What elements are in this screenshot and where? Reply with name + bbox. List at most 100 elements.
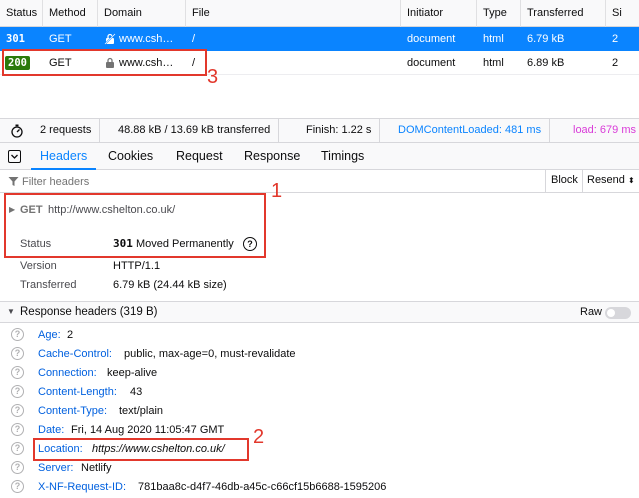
request-table-header: Status Method Domain File Initiator Type… bbox=[0, 0, 639, 27]
header-row[interactable]: ? Date: Fri, 14 Aug 2020 11:05:47 GMT bbox=[0, 421, 639, 440]
help-icon[interactable]: ? bbox=[11, 442, 24, 455]
domcontentloaded-time: DOMContentLoaded: 481 ms bbox=[390, 119, 551, 142]
column-header-transferred[interactable]: Transferred bbox=[521, 0, 606, 27]
header-row[interactable]: ? Content-Type: text/plain bbox=[0, 402, 639, 421]
help-icon[interactable]: ? bbox=[243, 237, 257, 251]
help-icon[interactable]: ? bbox=[11, 404, 24, 417]
help-icon[interactable]: ? bbox=[11, 423, 24, 436]
table-row[interactable]: 200 GET www.csh… / document html 6.89 kB… bbox=[0, 51, 639, 75]
header-row[interactable]: ? X-NF-Request-ID: 781baa8c-d4f7-46db-a45c… bbox=[0, 478, 639, 497]
tab-cookies[interactable]: Cookies bbox=[99, 143, 162, 170]
annotation-label-2: 2 bbox=[253, 426, 265, 448]
status-label: Status bbox=[20, 238, 52, 250]
header-value: keep-alive bbox=[107, 367, 158, 379]
domain: www.csh… bbox=[119, 33, 174, 45]
request-count: 2 requests bbox=[32, 119, 101, 142]
collapse-triangle-icon[interactable]: ▼ bbox=[7, 307, 15, 316]
column-header-file[interactable]: File bbox=[186, 0, 401, 27]
annotation-label-3: 3 bbox=[207, 66, 219, 88]
finish-time: Finish: 1.22 s bbox=[298, 119, 381, 142]
column-header-size[interactable]: Si bbox=[606, 0, 639, 27]
divider bbox=[545, 170, 546, 192]
filter-bar: Block Resend ⬍ bbox=[0, 170, 639, 193]
transferred-summary: 48.88 kB / 13.69 kB transferred bbox=[110, 119, 280, 142]
status-badge: 200 bbox=[5, 56, 30, 70]
header-name: Location: bbox=[38, 443, 83, 455]
header-value: text/plain bbox=[119, 405, 164, 417]
filter-icon bbox=[8, 177, 19, 186]
header-row[interactable]: ? Server: Netlify bbox=[0, 459, 639, 478]
header-row[interactable]: ? Age: 2 bbox=[0, 326, 639, 345]
tab-request[interactable]: Request bbox=[167, 143, 232, 170]
header-name: Connection: bbox=[38, 367, 97, 379]
header-value: 781baa8c-d4f7-46db-a45c-c66cf15b6688-159… bbox=[138, 481, 387, 493]
block-button[interactable]: Block bbox=[551, 174, 578, 186]
header-name: Age: bbox=[38, 329, 61, 341]
help-icon[interactable]: ? bbox=[11, 461, 24, 474]
stopwatch-icon[interactable] bbox=[10, 124, 24, 138]
raw-toggle[interactable] bbox=[605, 307, 631, 319]
column-header-method[interactable]: Method bbox=[43, 0, 98, 27]
header-name: Date: bbox=[38, 424, 65, 436]
request-summary: ▶ GET http://www.cshelton.co.uk/ Status … bbox=[0, 193, 639, 301]
summary-bar: 2 requests 48.88 kB / 13.69 kB transferr… bbox=[0, 118, 639, 143]
request-url[interactable]: http://www.cshelton.co.uk/ bbox=[48, 204, 175, 216]
help-icon[interactable]: ? bbox=[11, 328, 24, 341]
response-headers-section[interactable]: ▼ Response headers (319 B) Raw bbox=[0, 301, 639, 323]
request-method: GET bbox=[20, 204, 43, 216]
header-row[interactable]: ? Content-Length: 43 bbox=[0, 383, 639, 402]
header-value: Netlify bbox=[81, 462, 112, 474]
header-value: https://www.cshelton.co.uk/ bbox=[92, 443, 225, 455]
header-name: Content-Type: bbox=[38, 405, 108, 417]
raw-toggle-knob bbox=[607, 309, 615, 317]
annotation-label-1: 1 bbox=[271, 180, 283, 202]
column-header-type[interactable]: Type bbox=[477, 0, 521, 27]
header-name: X-NF-Request-ID: bbox=[38, 481, 127, 493]
tab-response[interactable]: Response bbox=[235, 143, 309, 170]
domain-cell: www.csh… bbox=[98, 27, 186, 51]
toggle-sidebar-icon[interactable] bbox=[8, 150, 21, 163]
tab-timings[interactable]: Timings bbox=[312, 143, 373, 170]
header-row[interactable]: ? Location: https://www.cshelton.co.uk/ bbox=[0, 440, 639, 459]
type: html bbox=[483, 57, 504, 69]
header-value: 2 bbox=[67, 329, 74, 341]
details-tab-bar: Headers Cookies Request Response Timings bbox=[0, 143, 639, 170]
raw-label: Raw bbox=[580, 306, 603, 318]
load-time: load: 679 ms bbox=[573, 124, 636, 136]
table-row[interactable]: 301 GET www.csh… / document html 6.79 kB… bbox=[0, 27, 639, 51]
header-row[interactable]: ? Cache-Control: public, max-age=0, must-r… bbox=[0, 345, 639, 364]
transferred: 6.89 kB bbox=[527, 57, 565, 69]
header-name: Server: bbox=[38, 462, 74, 474]
header-value: 43 bbox=[130, 386, 143, 398]
header-name: Cache-Control: bbox=[38, 348, 112, 360]
header-row[interactable]: ? Connection: keep-alive bbox=[0, 364, 639, 383]
help-icon[interactable]: ? bbox=[11, 385, 24, 398]
transferred-label: Transferred bbox=[20, 279, 77, 291]
domain: www.csh… bbox=[119, 57, 174, 69]
column-header-status[interactable]: Status bbox=[0, 0, 43, 27]
type: html bbox=[483, 33, 504, 45]
status-code: 301 bbox=[6, 33, 25, 45]
resend-button[interactable]: Resend ⬍ bbox=[587, 174, 635, 186]
updown-icon: ⬍ bbox=[627, 176, 635, 185]
help-icon[interactable]: ? bbox=[11, 480, 24, 493]
expand-triangle-icon[interactable]: ▶ bbox=[9, 205, 15, 214]
version-label: Version bbox=[20, 260, 57, 272]
file: / bbox=[192, 57, 196, 69]
status-cell: 200 bbox=[0, 51, 43, 75]
help-icon[interactable]: ? bbox=[11, 347, 24, 360]
header-name: Content-Length: bbox=[38, 386, 117, 398]
response-headers-title: Response headers (319 B) bbox=[20, 306, 158, 318]
domain-cell: www.csh… bbox=[98, 51, 186, 75]
initiator: document bbox=[407, 57, 456, 69]
initiator: document bbox=[407, 33, 456, 45]
insecure-icon bbox=[104, 33, 116, 45]
request-list-empty-area bbox=[0, 75, 639, 118]
help-icon[interactable]: ? bbox=[11, 366, 24, 379]
size: 2 bbox=[612, 33, 619, 45]
header-value: Fri, 14 Aug 2020 11:05:47 GMT bbox=[71, 424, 225, 436]
tab-headers[interactable]: Headers bbox=[31, 143, 97, 170]
status-text: Moved Permanently bbox=[135, 238, 234, 250]
column-header-initiator[interactable]: Initiator bbox=[401, 0, 477, 27]
column-header-domain[interactable]: Domain bbox=[98, 0, 186, 27]
